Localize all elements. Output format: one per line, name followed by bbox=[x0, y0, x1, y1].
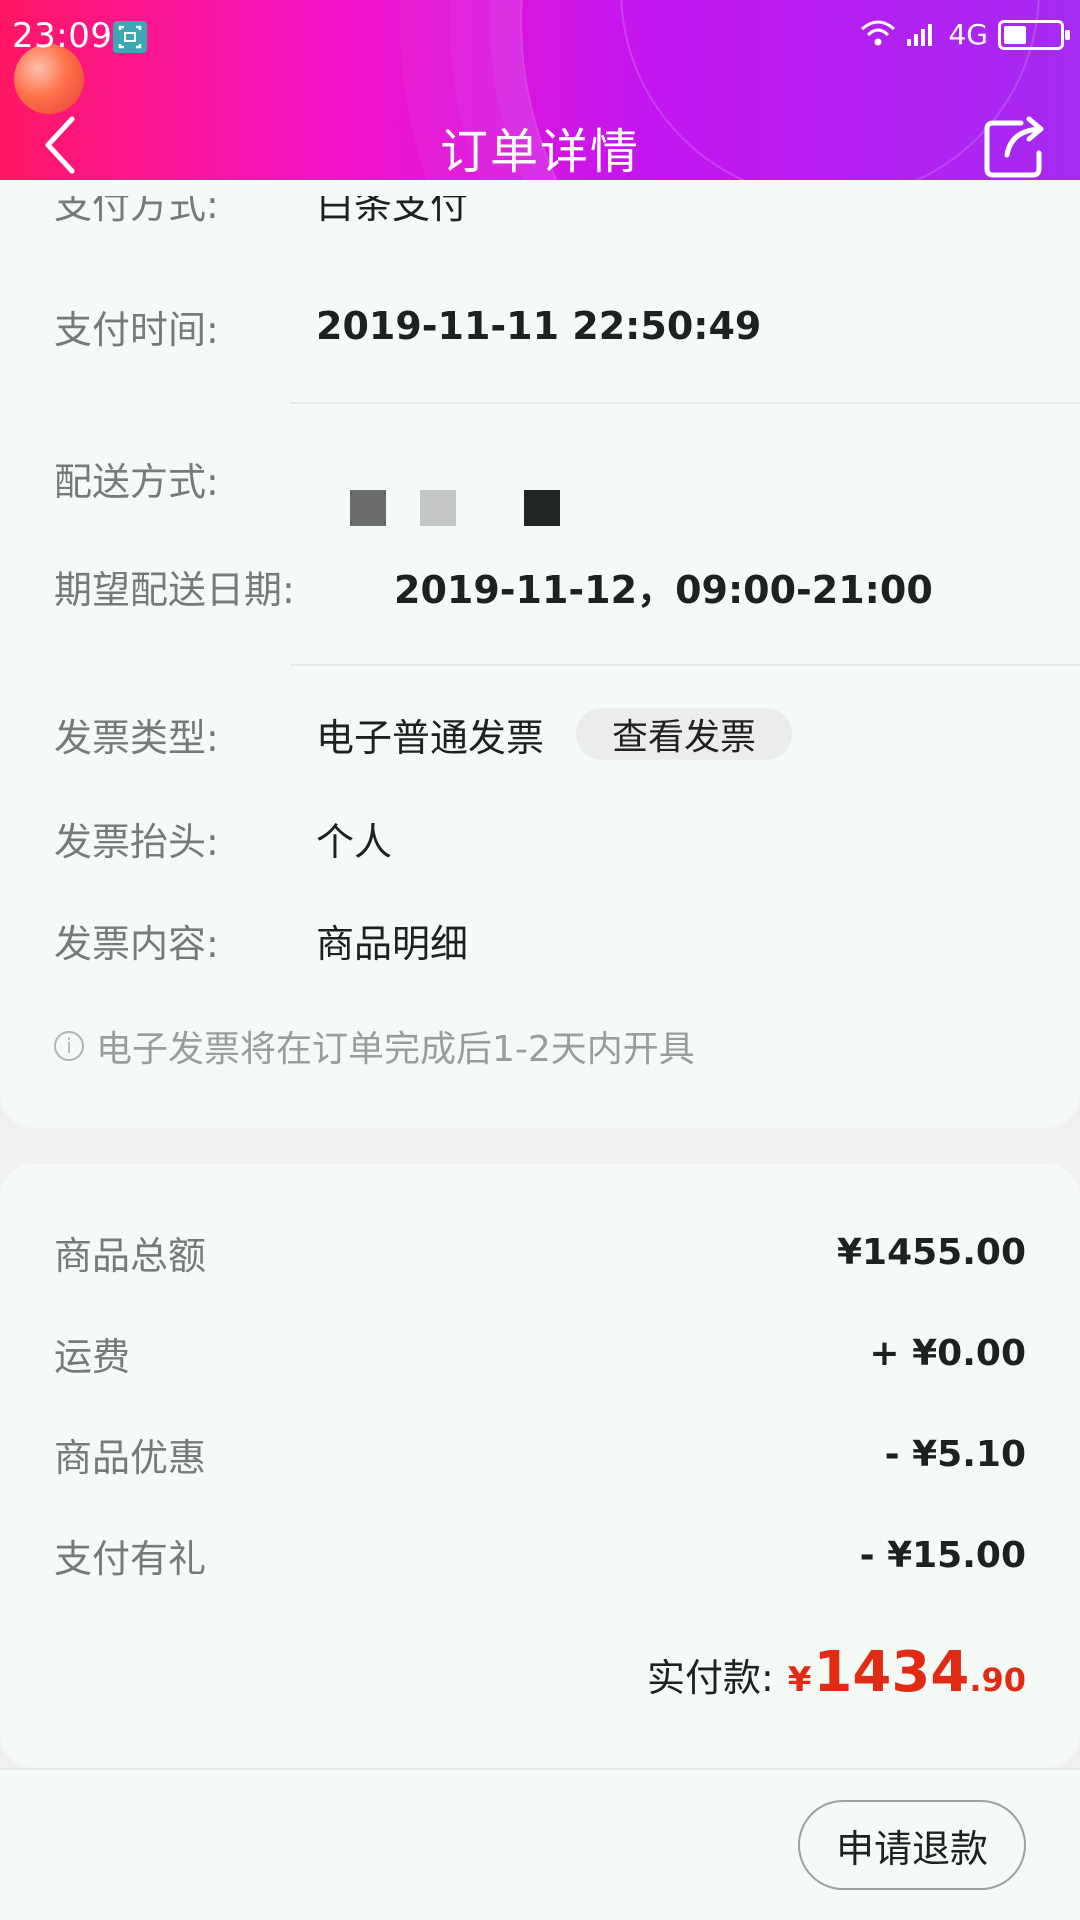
scan-icon bbox=[113, 21, 147, 53]
payment-time-value: 2019-11-11 22:50:49 bbox=[316, 304, 762, 348]
paid-label: 实付款: bbox=[646, 1656, 774, 1700]
signal-icon bbox=[906, 19, 938, 51]
bottom-action-bar: 申请退款 bbox=[0, 1768, 1080, 1920]
paid-currency: ¥ bbox=[787, 1660, 812, 1700]
shipping-value: + ¥0.00 bbox=[869, 1332, 1026, 1374]
invoice-type-row: 发票类型: 电子普通发票 查看发票 bbox=[54, 704, 1026, 764]
pay-gift-label: 支付有礼 bbox=[54, 1536, 207, 1581]
divider bbox=[290, 402, 1080, 404]
invoice-tip-text: 电子发票将在订单完成后1-2天内开具 bbox=[96, 1029, 695, 1070]
page-title: 订单详情 bbox=[439, 124, 640, 180]
invoice-type-label: 发票类型: bbox=[54, 715, 219, 760]
invoice-title-value: 个人 bbox=[316, 819, 393, 864]
expected-date-value: 2019-11-12，09:00-21:00 bbox=[394, 567, 933, 612]
info-icon: i bbox=[54, 1031, 84, 1061]
divider bbox=[0, 1768, 1080, 1770]
goods-total-label: 商品总额 bbox=[54, 1233, 207, 1278]
invoice-tip: i 电子发票将在订单完成后1-2天内开具 bbox=[54, 1020, 695, 1072]
wifi-icon bbox=[860, 19, 896, 51]
redacted-block bbox=[420, 490, 456, 526]
goods-discount-label: 商品优惠 bbox=[54, 1435, 207, 1480]
goods-discount-row: 商品优惠 - ¥5.10 bbox=[54, 1424, 1026, 1484]
expected-date-label: 期望配送日期: bbox=[54, 567, 295, 612]
shipping-row: 运费 + ¥0.00 bbox=[54, 1323, 1026, 1383]
goods-total-row: 商品总额 ¥1455.00 bbox=[54, 1222, 1026, 1282]
redacted-block bbox=[350, 490, 386, 526]
divider bbox=[290, 664, 1080, 666]
goods-discount-value: - ¥5.10 bbox=[884, 1433, 1026, 1475]
invoice-content-value: 商品明细 bbox=[316, 921, 469, 966]
goods-total-value: ¥1455.00 bbox=[836, 1231, 1026, 1273]
invoice-type-value: 电子普通发票 bbox=[316, 715, 545, 760]
paid-integer: 1434 bbox=[813, 1640, 970, 1705]
paid-decimal: .90 bbox=[969, 1661, 1026, 1699]
pay-gift-row: 支付有礼 - ¥15.00 bbox=[54, 1525, 1026, 1585]
share-icon bbox=[984, 116, 1044, 178]
payment-method-label: 支付方式: bbox=[54, 196, 219, 226]
redacted-block bbox=[524, 490, 560, 526]
invoice-content-label: 发票内容: bbox=[54, 921, 219, 966]
share-button[interactable] bbox=[974, 108, 1054, 188]
payment-time-label: 支付时间: bbox=[54, 307, 219, 352]
pay-gift-value: - ¥15.00 bbox=[859, 1534, 1026, 1576]
payment-method-value: 白条支付 bbox=[316, 196, 469, 226]
invoice-title-label: 发票抬头: bbox=[54, 819, 219, 864]
status-indicators: 4G bbox=[860, 18, 1070, 51]
apply-refund-button[interactable]: 申请退款 bbox=[798, 1800, 1026, 1890]
paid-total: 实付款: ¥ 1434 .90 bbox=[647, 1640, 1026, 1705]
network-type: 4G bbox=[948, 18, 988, 51]
payment-time-row: 支付时间: 2019-11-11 22:50:49 bbox=[54, 296, 1026, 356]
payment-method-row: 支付方式: 白条支付 bbox=[54, 196, 554, 226]
status-time: 23:09 bbox=[12, 16, 113, 56]
delivery-method-label: 配送方式: bbox=[54, 459, 219, 504]
battery-icon bbox=[998, 19, 1070, 50]
view-invoice-button[interactable]: 查看发票 bbox=[576, 708, 793, 760]
invoice-title-row: 发票抬头: 个人 bbox=[54, 808, 1026, 868]
invoice-content-row: 发票内容: 商品明细 bbox=[54, 910, 1026, 970]
shipping-label: 运费 bbox=[54, 1334, 131, 1379]
expected-date-row: 期望配送日期: 2019-11-12，09:00-21:00 bbox=[54, 556, 1026, 616]
